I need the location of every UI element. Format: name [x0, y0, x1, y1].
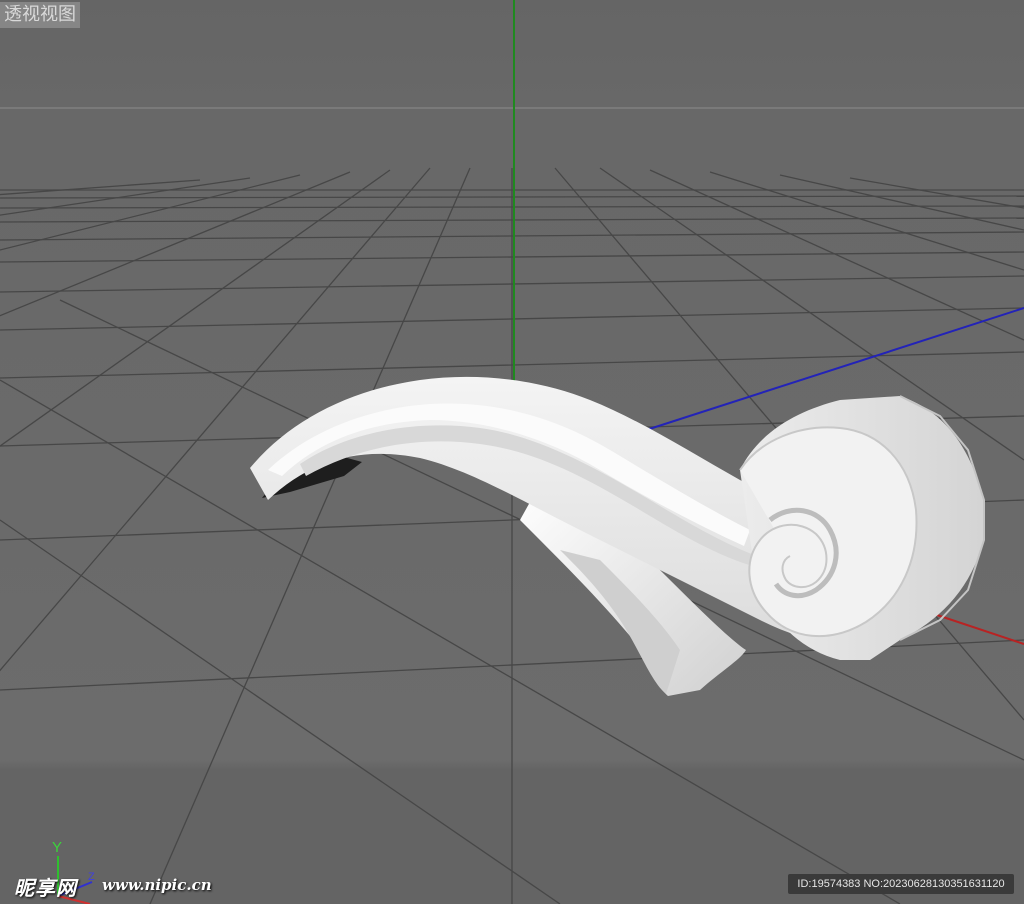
perspective-viewport[interactable]: 透视视图 Y Z 昵享网 www.nipic.cn ID:19574383 NO… [0, 0, 1024, 904]
view-label[interactable]: 透视视图 [0, 2, 80, 28]
image-id-badge: ID:19574383 NO:20230628130351631120 [788, 874, 1014, 894]
watermark-logo: 昵享网 [14, 876, 77, 900]
gizmo-y-label: Y [52, 839, 62, 856]
watermark-url: www.nipic.cn [102, 876, 212, 894]
3d-scene-canvas[interactable] [0, 0, 1024, 904]
scroll-ornament-model[interactable] [250, 376, 985, 696]
